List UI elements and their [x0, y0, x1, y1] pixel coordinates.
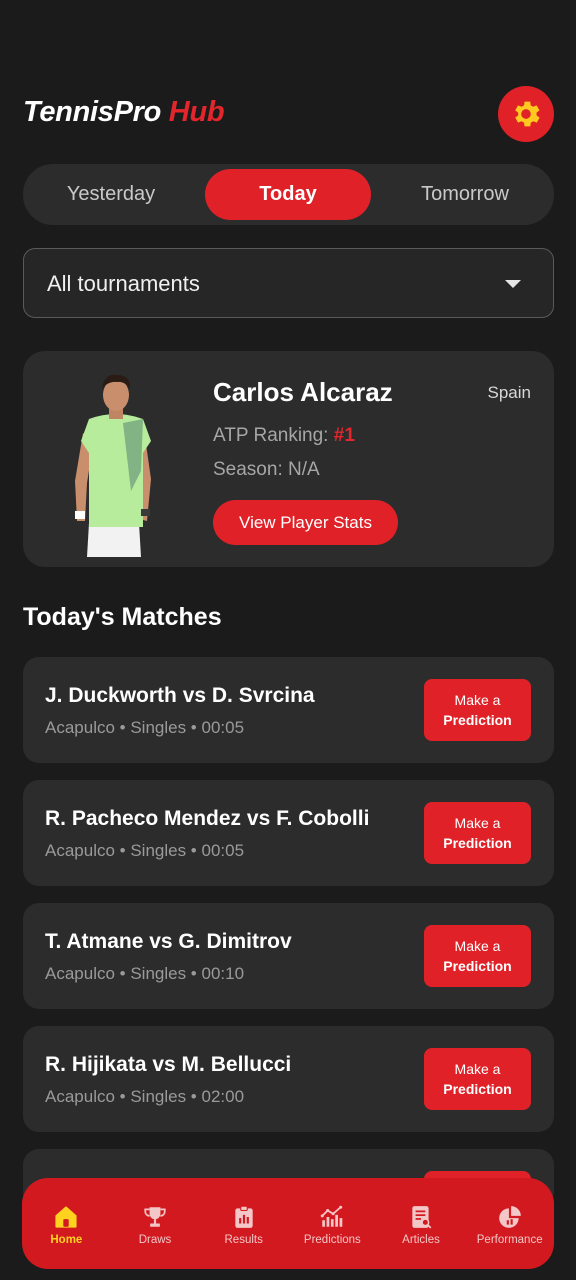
day-selector: Yesterday Today Tomorrow [23, 164, 554, 225]
match-card[interactable]: R. Hijikata vs M. Bellucci Acapulco • Si… [23, 1026, 554, 1132]
nav-label: Results [224, 1233, 263, 1246]
tournament-dropdown-value: All tournaments [47, 271, 200, 296]
brand-accent: Hub [168, 96, 225, 128]
nav-label: Articles [402, 1233, 440, 1246]
nav-label: Performance [476, 1233, 543, 1246]
tab-yesterday[interactable]: Yesterday [28, 169, 194, 220]
app-logo: TennisPro Hub [23, 96, 225, 129]
settings-button[interactable] [498, 86, 554, 142]
tab-today[interactable]: Today [205, 169, 371, 220]
tab-tomorrow[interactable]: Tomorrow [382, 169, 548, 220]
nav-item-draws[interactable]: Draws [111, 1178, 200, 1269]
trend-chart-icon [321, 1205, 343, 1227]
player-ranking: ATP Ranking: #1 [213, 425, 355, 447]
match-meta: Acapulco • Singles • 02:00 [45, 1087, 245, 1106]
prediction-button-line1: Make a [454, 815, 501, 831]
ranking-label: ATP Ranking: [213, 425, 329, 446]
nav-label: Predictions [303, 1233, 361, 1246]
nav-item-articles[interactable]: Articles [377, 1178, 466, 1269]
featured-player-card: Carlos Alcaraz Spain ATP Ranking: #1 Sea… [23, 351, 554, 567]
brand-name: TennisPro [23, 96, 162, 128]
prediction-button-line1: Make a [454, 692, 501, 708]
chevron-down-icon [505, 280, 521, 288]
bottom-navigation: Home Draws Results Predictions Articles … [22, 1178, 554, 1269]
nav-item-performance[interactable]: Performance [465, 1178, 554, 1269]
match-card[interactable]: J. Duckworth vs D. Svrcina Acapulco • Si… [23, 657, 554, 763]
clipboard-chart-icon [235, 1205, 253, 1228]
trophy-icon [144, 1206, 166, 1227]
make-prediction-button[interactable]: Make a Prediction [424, 1048, 531, 1110]
app-header: TennisPro Hub [23, 86, 554, 142]
match-title: T. Atmane vs G. Dimitrov [45, 930, 292, 953]
make-prediction-button[interactable]: Make a Prediction [424, 925, 531, 987]
prediction-button-line1: Make a [454, 1061, 501, 1077]
match-meta: Acapulco • Singles • 00:05 [45, 718, 245, 737]
match-card[interactable]: T. Atmane vs G. Dimitrov Acapulco • Sing… [23, 903, 554, 1009]
player-photo [75, 374, 151, 557]
ranking-value: #1 [333, 425, 355, 446]
make-prediction-button[interactable]: Make a Prediction [424, 802, 531, 864]
prediction-button-line2: Prediction [443, 958, 512, 974]
article-icon [412, 1205, 432, 1228]
match-meta: Acapulco • Singles • 00:05 [45, 841, 245, 860]
nav-item-results[interactable]: Results [199, 1178, 288, 1269]
match-card[interactable]: R. Pacheco Mendez vs F. Cobolli Acapulco… [23, 780, 554, 886]
home-icon [55, 1205, 77, 1228]
prediction-button-line2: Prediction [443, 1081, 512, 1097]
nav-item-home[interactable]: Home [22, 1178, 111, 1269]
player-name: Carlos Alcaraz [213, 377, 393, 407]
match-meta: Acapulco • Singles • 00:10 [45, 964, 245, 983]
gear-icon [515, 101, 540, 127]
tournament-dropdown[interactable]: All tournaments [23, 248, 554, 318]
pie-chart-icon [498, 1205, 521, 1228]
matches-section-title: Today's Matches [23, 603, 222, 631]
match-title: J. Duckworth vs D. Svrcina [45, 684, 315, 707]
player-season: Season: N/A [213, 459, 320, 480]
nav-label: Home [50, 1233, 83, 1246]
nav-label: Draws [138, 1233, 172, 1246]
view-player-stats-button[interactable]: View Player Stats [213, 500, 398, 545]
nav-item-predictions[interactable]: Predictions [288, 1178, 377, 1269]
prediction-button-line1: Make a [454, 938, 501, 954]
prediction-button-line2: Prediction [443, 712, 512, 728]
player-country: Spain [487, 383, 531, 402]
make-prediction-button[interactable]: Make a Prediction [424, 679, 531, 741]
match-title: R. Hijikata vs M. Bellucci [45, 1053, 292, 1076]
match-title: R. Pacheco Mendez vs F. Cobolli [45, 807, 370, 830]
prediction-button-line2: Prediction [443, 835, 512, 851]
